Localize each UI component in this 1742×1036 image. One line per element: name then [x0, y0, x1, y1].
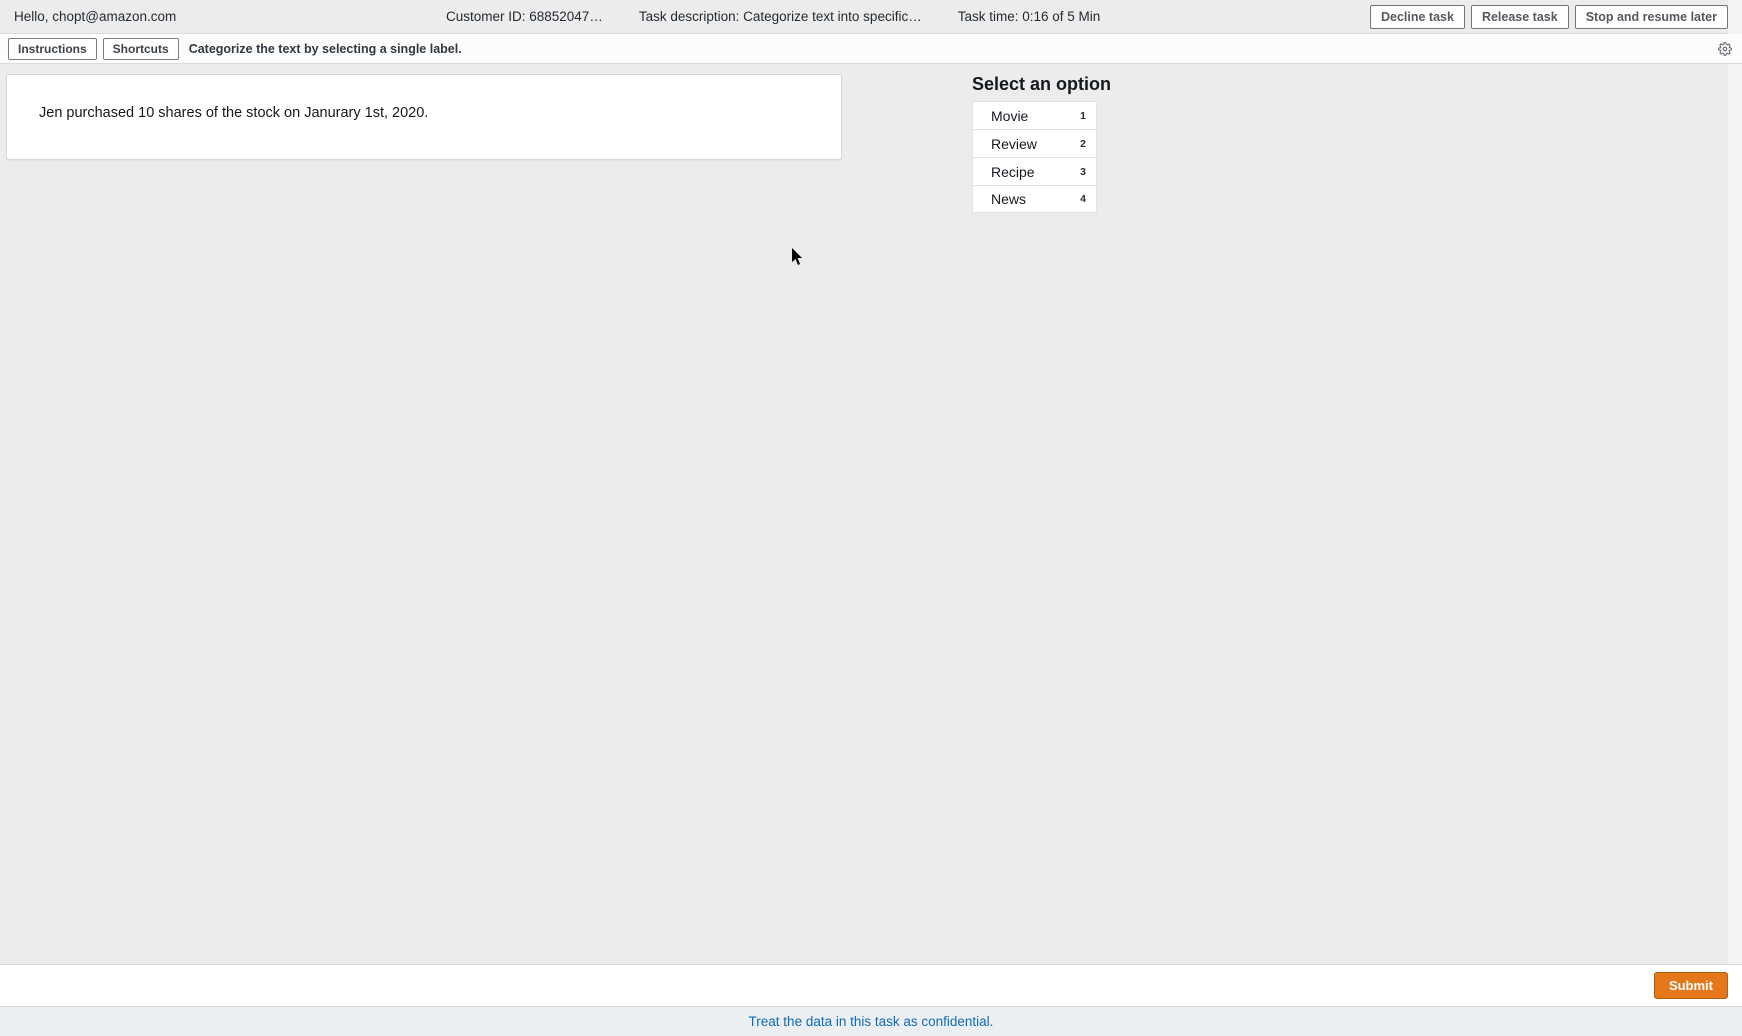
option-shortcut: 4 [1080, 193, 1086, 205]
task-hint-text: Categorize the text by selecting a singl… [189, 42, 462, 56]
header-center: Customer ID: 68852047… Task description:… [176, 9, 1370, 24]
option-label: Movie [991, 108, 1028, 124]
decline-task-button[interactable]: Decline task [1370, 5, 1465, 29]
option-recipe[interactable]: Recipe 3 [972, 157, 1097, 185]
greeting-text: Hello, chopt@amazon.com [14, 9, 176, 24]
option-movie[interactable]: Movie 1 [972, 101, 1097, 129]
customer-id-text: Customer ID: 68852047… [446, 9, 603, 24]
option-news[interactable]: News 4 [972, 185, 1097, 213]
stop-resume-button[interactable]: Stop and resume later [1575, 5, 1728, 29]
options-panel: Select an option Movie 1 Review 2 Recipe… [972, 74, 1122, 213]
settings-icon[interactable] [1718, 42, 1732, 56]
header-actions: Decline task Release task Stop and resum… [1370, 5, 1728, 29]
text-panel: Jen purchased 10 shares of the stock on … [6, 74, 842, 160]
option-review[interactable]: Review 2 [972, 129, 1097, 157]
confidential-link[interactable]: Treat the data in this task as confident… [749, 1014, 994, 1029]
submit-button[interactable]: Submit [1654, 972, 1728, 999]
option-shortcut: 1 [1080, 110, 1086, 122]
header-bar: Hello, chopt@amazon.com Customer ID: 688… [0, 0, 1742, 34]
task-time-text: Task time: 0:16 of 5 Min [958, 9, 1101, 24]
cursor-icon [792, 248, 804, 266]
confidential-bar: Treat the data in this task as confident… [0, 1006, 1742, 1036]
sub-toolbar: Instructions Shortcuts Categorize the te… [0, 34, 1742, 64]
options-title: Select an option [972, 74, 1122, 95]
instructions-button[interactable]: Instructions [8, 38, 97, 60]
option-shortcut: 3 [1080, 166, 1086, 178]
shortcuts-button[interactable]: Shortcuts [103, 38, 179, 60]
option-label: Recipe [991, 164, 1035, 180]
option-shortcut: 2 [1080, 138, 1086, 150]
option-label: Review [991, 136, 1037, 152]
main-area: Jen purchased 10 shares of the stock on … [0, 64, 1742, 964]
option-label: News [991, 191, 1026, 207]
task-description-text: Task description: Categorize text into s… [639, 9, 922, 24]
release-task-button[interactable]: Release task [1471, 5, 1569, 29]
submit-bar: Submit [0, 964, 1742, 1006]
task-text: Jen purchased 10 shares of the stock on … [39, 103, 817, 123]
